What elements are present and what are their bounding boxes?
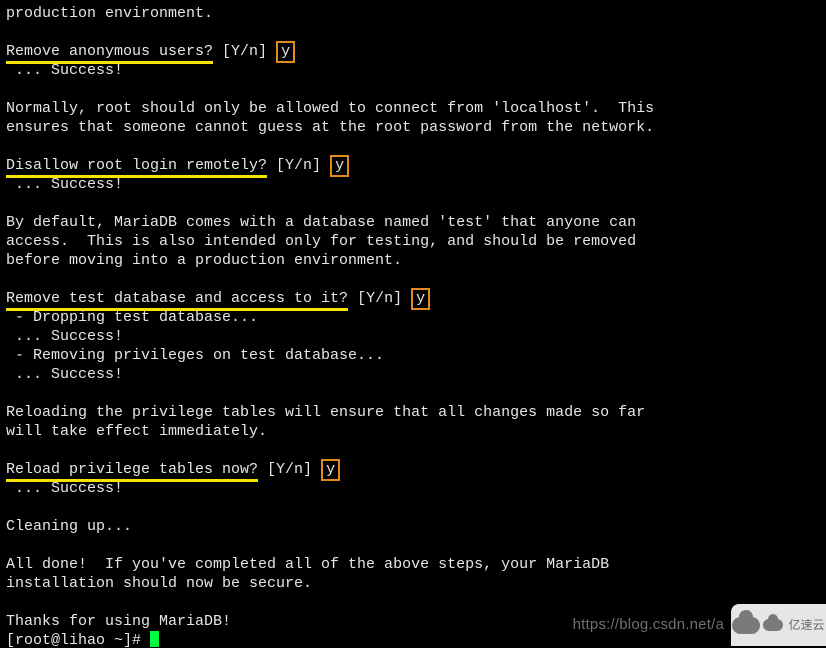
success-line: ... Success!: [6, 365, 820, 384]
prompt-options: [Y/n]: [258, 461, 321, 478]
text-line: All done! If you've completed all of the…: [6, 555, 820, 574]
watermark-brand: 亿速云: [788, 616, 824, 635]
prompt-options: [Y/n]: [213, 43, 276, 60]
user-answer: y: [276, 41, 295, 63]
cloud-icon: [763, 619, 783, 631]
text-line: access. This is also intended only for t…: [6, 232, 820, 251]
text-line: - Dropping test database...: [6, 308, 820, 327]
prompt-options: [Y/n]: [348, 290, 411, 307]
terminal-output: production environment. Remove anonymous…: [6, 4, 820, 648]
cloud-icon: [732, 617, 760, 634]
text-line: - Removing privileges on test database..…: [6, 346, 820, 365]
cursor-icon: [150, 631, 159, 647]
text-line: Normally, root should only be allowed to…: [6, 99, 820, 118]
user-answer: y: [330, 155, 349, 177]
prompt-options: [Y/n]: [267, 157, 330, 174]
text-line: will take effect immediately.: [6, 422, 820, 441]
text-line: production environment.: [6, 4, 820, 23]
text-line: Cleaning up...: [6, 517, 820, 536]
text-line: By default, MariaDB comes with a databas…: [6, 213, 820, 232]
text-line: Reloading the privilege tables will ensu…: [6, 403, 820, 422]
text-line: installation should now be secure.: [6, 574, 820, 593]
user-answer: y: [321, 459, 340, 481]
watermark-url: https://blog.csdn.net/a: [573, 615, 724, 634]
shell-prompt[interactable]: [root@lihao ~]#: [6, 632, 150, 648]
success-line: ... Success!: [6, 327, 820, 346]
user-answer: y: [411, 288, 430, 310]
watermark-logo: 亿速云: [731, 604, 826, 646]
text-line: before moving into a production environm…: [6, 251, 820, 270]
text-line: ensures that someone cannot guess at the…: [6, 118, 820, 137]
